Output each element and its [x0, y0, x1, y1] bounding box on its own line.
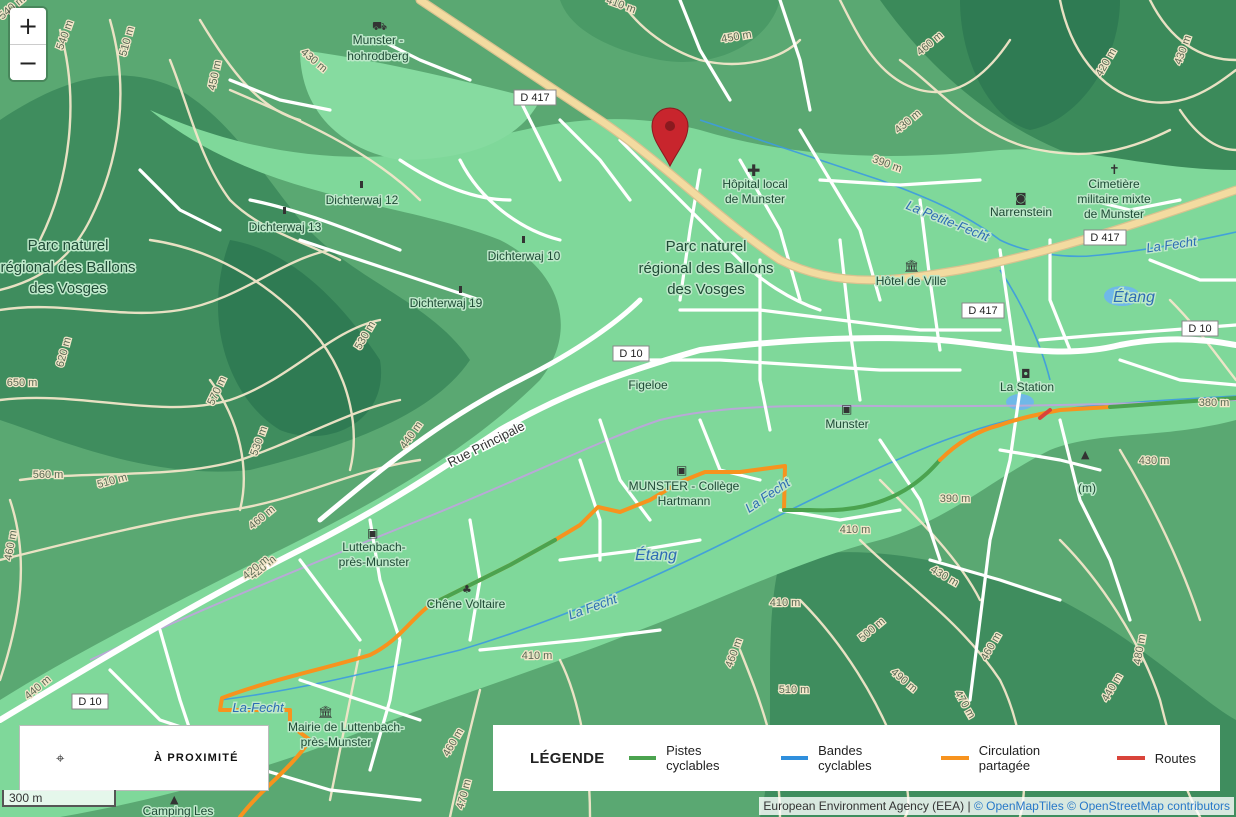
svg-text:410 m: 410 m [522, 650, 553, 662]
bus-icon-college: ▣ [676, 463, 687, 477]
shield-d10-b: D 10 [1181, 320, 1219, 337]
label-camping: Camping Les [143, 804, 214, 817]
info-icon-19 [459, 286, 462, 293]
zoom-control: + − [10, 8, 46, 80]
legend-item-label: Pistes cyclables [666, 743, 720, 773]
scale-bar: 300 m [2, 790, 116, 807]
shop-icon: ◘ [1021, 367, 1031, 381]
label-dichterwaj-13: Dichterwaj 13 [249, 220, 322, 234]
attribution-text: European Environment Agency (EEA) | [763, 799, 971, 813]
legend-swatch [941, 756, 969, 760]
label-m: (m) [1078, 481, 1096, 495]
bus-icon-luttenbach: ▣ [367, 526, 378, 540]
townhall-icon: 🏛 [904, 259, 919, 273]
svg-text:D 10: D 10 [1188, 323, 1211, 335]
tree-icon: ♣ [462, 583, 472, 596]
info-icon-10 [522, 236, 525, 243]
shield-d10-a: D 10 [612, 345, 650, 362]
svg-text:410 m: 410 m [770, 597, 801, 609]
svg-text:510 m: 510 m [779, 684, 810, 696]
legend-title: LÉGENDE [530, 749, 605, 767]
label-hotel-de-ville: Hôtel de Ville [876, 274, 947, 288]
svg-text:D 10: D 10 [78, 696, 101, 708]
label-figeloe: Figeloe [628, 378, 668, 392]
svg-text:430 m: 430 m [1139, 455, 1170, 467]
legend-item-pistes-cyclables: Pistes cyclables [628, 743, 757, 773]
zoom-in-button[interactable]: + [10, 8, 46, 44]
legend-item-label: Routes [1154, 750, 1196, 766]
label-etang-2: Étang [635, 545, 677, 564]
shield-d417-c: D 417 [961, 302, 1005, 319]
info-icon-13 [283, 207, 286, 214]
info-icon-12 [360, 181, 363, 188]
camera-icon: ◙ [1015, 191, 1027, 205]
svg-text:D 10: D 10 [619, 348, 642, 360]
label-dichterwaj-12: Dichterwaj 12 [326, 193, 399, 207]
legend-swatch [628, 756, 657, 760]
mairie-icon: 🏛 [318, 705, 333, 719]
cablecar-icon: ⛟ [372, 19, 387, 33]
label-dichterwaj-19: Dichterwaj 19 [410, 296, 483, 310]
openstreetmap-link[interactable]: © OpenStreetMap contributors [1067, 799, 1230, 813]
shield-d10-c: D 10 [71, 693, 109, 710]
label-chene-voltaire: Chêne Voltaire [427, 597, 506, 611]
crosshair-icon: ⌖ [56, 749, 65, 767]
legend-item-circulation-partagee: Circulation partagée [941, 743, 1093, 773]
label-hopital: Hôpital local de Munster [722, 177, 787, 206]
label-munster-station: Munster [825, 417, 868, 431]
svg-text:390 m: 390 m [940, 493, 971, 505]
nearby-button[interactable]: ⌖ À PROXIMITÉ [20, 726, 268, 790]
svg-text:380 m: 380 m [1199, 397, 1230, 409]
svg-text:650 m: 650 m [7, 377, 38, 389]
legend-swatch [780, 756, 809, 760]
peak-icon: ▲ [1081, 448, 1090, 461]
openmaptiles-link[interactable]: © OpenMapTiles [974, 799, 1064, 813]
train-icon: ▣ [841, 402, 852, 416]
svg-text:560 m: 560 m [33, 469, 64, 481]
label-dichterwaj-10: Dichterwaj 10 [488, 249, 561, 263]
svg-text:D 417: D 417 [1090, 232, 1119, 244]
shield-d417-a: D 417 [513, 89, 557, 106]
cemetery-icon: ✝ [1109, 163, 1120, 178]
zoom-out-button[interactable]: − [10, 44, 46, 80]
legend-item-routes: Routes [1116, 750, 1196, 766]
map-canvas[interactable]: ⛟ ✚ 🏛 ◙ ✝ ◘ ▣ ▣ ▣ ♣ 🏛 ▲ ▲ Parc naturel ré… [0, 0, 1236, 817]
label-la-fecht-4: La-Fecht [232, 700, 285, 715]
label-etang-1: Étang [1113, 287, 1155, 306]
legend-item-bandes-cyclables: Bandes cyclables [780, 743, 918, 773]
label-la-station: La Station [1000, 380, 1054, 394]
svg-text:D 417: D 417 [968, 305, 997, 317]
attribution: European Environment Agency (EEA) | © Op… [759, 797, 1234, 815]
shield-d417-b: D 417 [1083, 229, 1127, 246]
legend-item-label: Circulation partagée [978, 743, 1041, 773]
label-luttenbach: Luttenbach-près-Munster [339, 540, 410, 569]
legend-panel: LÉGENDE Pistes cyclables Bandes cyclable… [493, 725, 1220, 791]
svg-text:410 m: 410 m [840, 524, 871, 536]
legend-item-label: Bandes cyclables [818, 743, 872, 773]
svg-text:D 417: D 417 [520, 92, 549, 104]
label-narrenstein: Narrenstein [990, 205, 1052, 219]
legend-swatch [1116, 756, 1145, 760]
nearby-label: À PROXIMITÉ [154, 752, 239, 764]
